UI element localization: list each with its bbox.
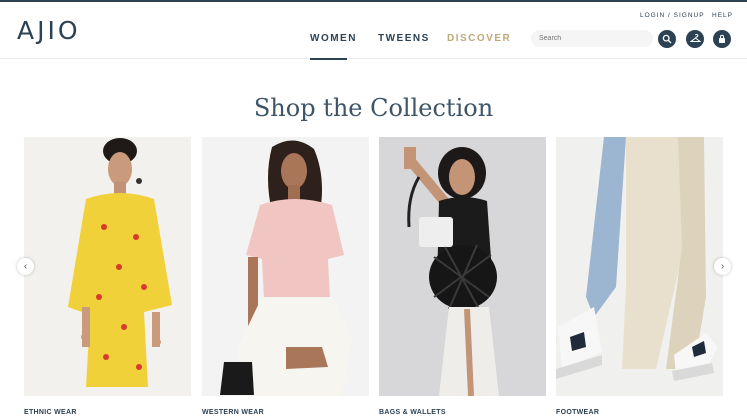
wishlist-hanger-icon <box>689 34 701 42</box>
search-icon <box>662 34 672 44</box>
category-label-bags-wallets[interactable]: BAGS & WALLETS <box>379 409 446 416</box>
ethnic-wear-image <box>24 137 191 396</box>
search-input[interactable] <box>531 30 653 47</box>
search-button[interactable] <box>658 30 676 48</box>
chevron-right-icon: › <box>720 261 725 272</box>
bag-icon <box>719 34 725 43</box>
nav-women[interactable]: WOMEN <box>310 33 357 44</box>
section-title: Shop the Collection <box>253 94 494 122</box>
category-card-ethnic-wear[interactable] <box>24 137 191 396</box>
site-header: AJIO WOMEN TWEENS DISCOVER LOGIN / SIGNU… <box>0 2 747 60</box>
western-wear-image <box>202 137 369 396</box>
bag-button[interactable] <box>713 30 731 48</box>
carousel-prev-button[interactable]: ‹ <box>17 258 34 275</box>
ajio-logo[interactable]: AJIO <box>17 16 81 45</box>
help-link[interactable]: HELP <box>712 12 733 19</box>
category-card-footwear[interactable] <box>556 137 723 396</box>
wishlist-button[interactable] <box>686 30 704 48</box>
nav-active-indicator <box>310 58 347 60</box>
category-label-ethnic-wear[interactable]: ETHNIC WEAR <box>24 409 77 416</box>
category-label-western-wear[interactable]: WESTERN WEAR <box>202 409 264 416</box>
nav-discover[interactable]: DISCOVER <box>447 33 511 44</box>
category-label-footwear[interactable]: FOOTWEAR <box>556 409 599 416</box>
login-signup-link[interactable]: LOGIN / SIGNUP <box>640 12 705 19</box>
nav-tweens[interactable]: TWEENS <box>378 33 430 44</box>
footwear-image <box>556 137 723 396</box>
category-card-bags-wallets[interactable] <box>379 137 546 396</box>
bags-wallets-image <box>379 137 546 396</box>
carousel-next-button[interactable]: › <box>714 258 731 275</box>
chevron-left-icon: ‹ <box>23 261 28 272</box>
category-card-western-wear[interactable] <box>202 137 369 396</box>
